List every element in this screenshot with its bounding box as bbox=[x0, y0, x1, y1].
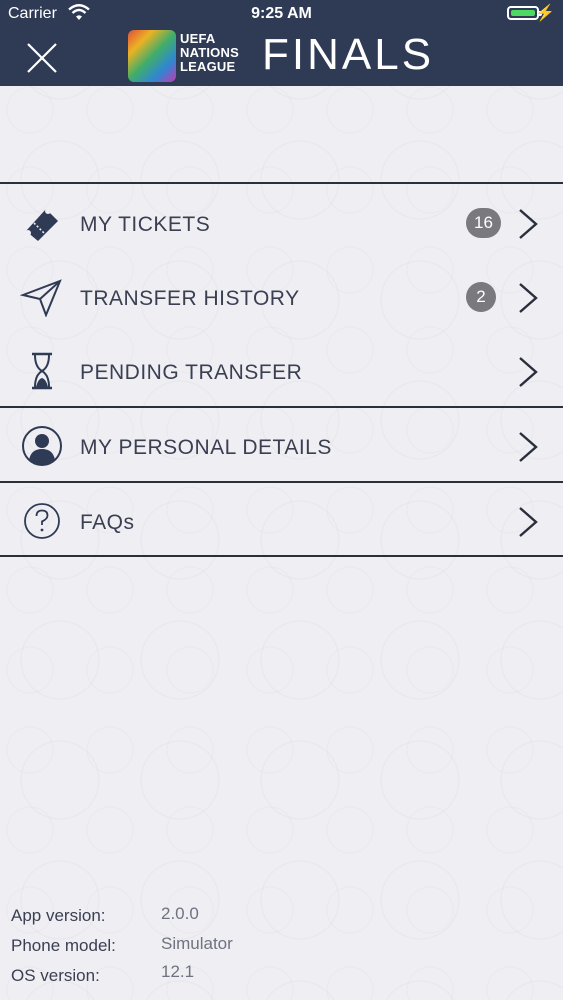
logo-line-nations: NATIONS bbox=[180, 45, 239, 60]
divider bbox=[0, 182, 563, 184]
phone-model-label: Phone model: bbox=[11, 936, 116, 955]
logo-emblem-icon bbox=[128, 30, 176, 82]
os-version-value: 12.1 bbox=[161, 962, 195, 981]
chevron-right-icon bbox=[519, 209, 538, 239]
chevron-right-icon bbox=[519, 283, 538, 313]
question-icon bbox=[24, 503, 60, 539]
menu-item-transfer-history[interactable]: TRANSFER HISTORY 2 bbox=[0, 260, 563, 334]
paper-plane-icon bbox=[20, 279, 62, 317]
menu-item-label: TRANSFER HISTORY bbox=[80, 287, 300, 310]
close-button[interactable] bbox=[24, 40, 60, 76]
menu-item-pending-transfer[interactable]: PENDING TRANSFER bbox=[0, 334, 563, 408]
logo-line-uefa: UEFA bbox=[180, 31, 216, 46]
menu-item-label: FAQs bbox=[80, 511, 135, 534]
logo-text: UEFA NATIONS LEAGUE bbox=[180, 32, 239, 74]
chevron-right-icon bbox=[519, 357, 538, 387]
logo-line-league: LEAGUE bbox=[180, 59, 236, 74]
app-version-value: 2.0.0 bbox=[161, 904, 199, 923]
menu-item-label: PENDING TRANSFER bbox=[80, 361, 303, 384]
charging-icon: ⚡ bbox=[535, 5, 555, 22]
phone-model-value: Simulator bbox=[161, 934, 233, 953]
transfer-count-badge: 2 bbox=[466, 282, 496, 312]
menu-item-my-personal-details[interactable]: MY PERSONAL DETAILS bbox=[0, 409, 563, 483]
chevron-right-icon bbox=[519, 507, 538, 537]
logo-finals: FINALS bbox=[262, 30, 435, 79]
menu-item-label: MY PERSONAL DETAILS bbox=[80, 436, 332, 459]
hourglass-icon bbox=[32, 352, 52, 390]
user-icon bbox=[22, 426, 62, 466]
menu-item-label: MY TICKETS bbox=[80, 213, 211, 236]
header-bar: Carrier 9:25 AM ⚡ UEFA NATIONS LEAGUE FI… bbox=[0, 0, 563, 86]
os-version-label: OS version: bbox=[11, 966, 100, 985]
menu-item-faqs[interactable]: FAQs bbox=[0, 484, 563, 558]
status-bar: Carrier 9:25 AM ⚡ bbox=[0, 0, 563, 28]
tickets-count-badge: 16 bbox=[466, 208, 501, 238]
ticket-icon bbox=[25, 208, 58, 241]
clock: 9:25 AM bbox=[251, 5, 312, 22]
app-version-label: App version: bbox=[11, 906, 106, 925]
menu-item-my-tickets[interactable]: MY TICKETS 16 bbox=[0, 186, 563, 260]
chevron-right-icon bbox=[519, 432, 538, 462]
